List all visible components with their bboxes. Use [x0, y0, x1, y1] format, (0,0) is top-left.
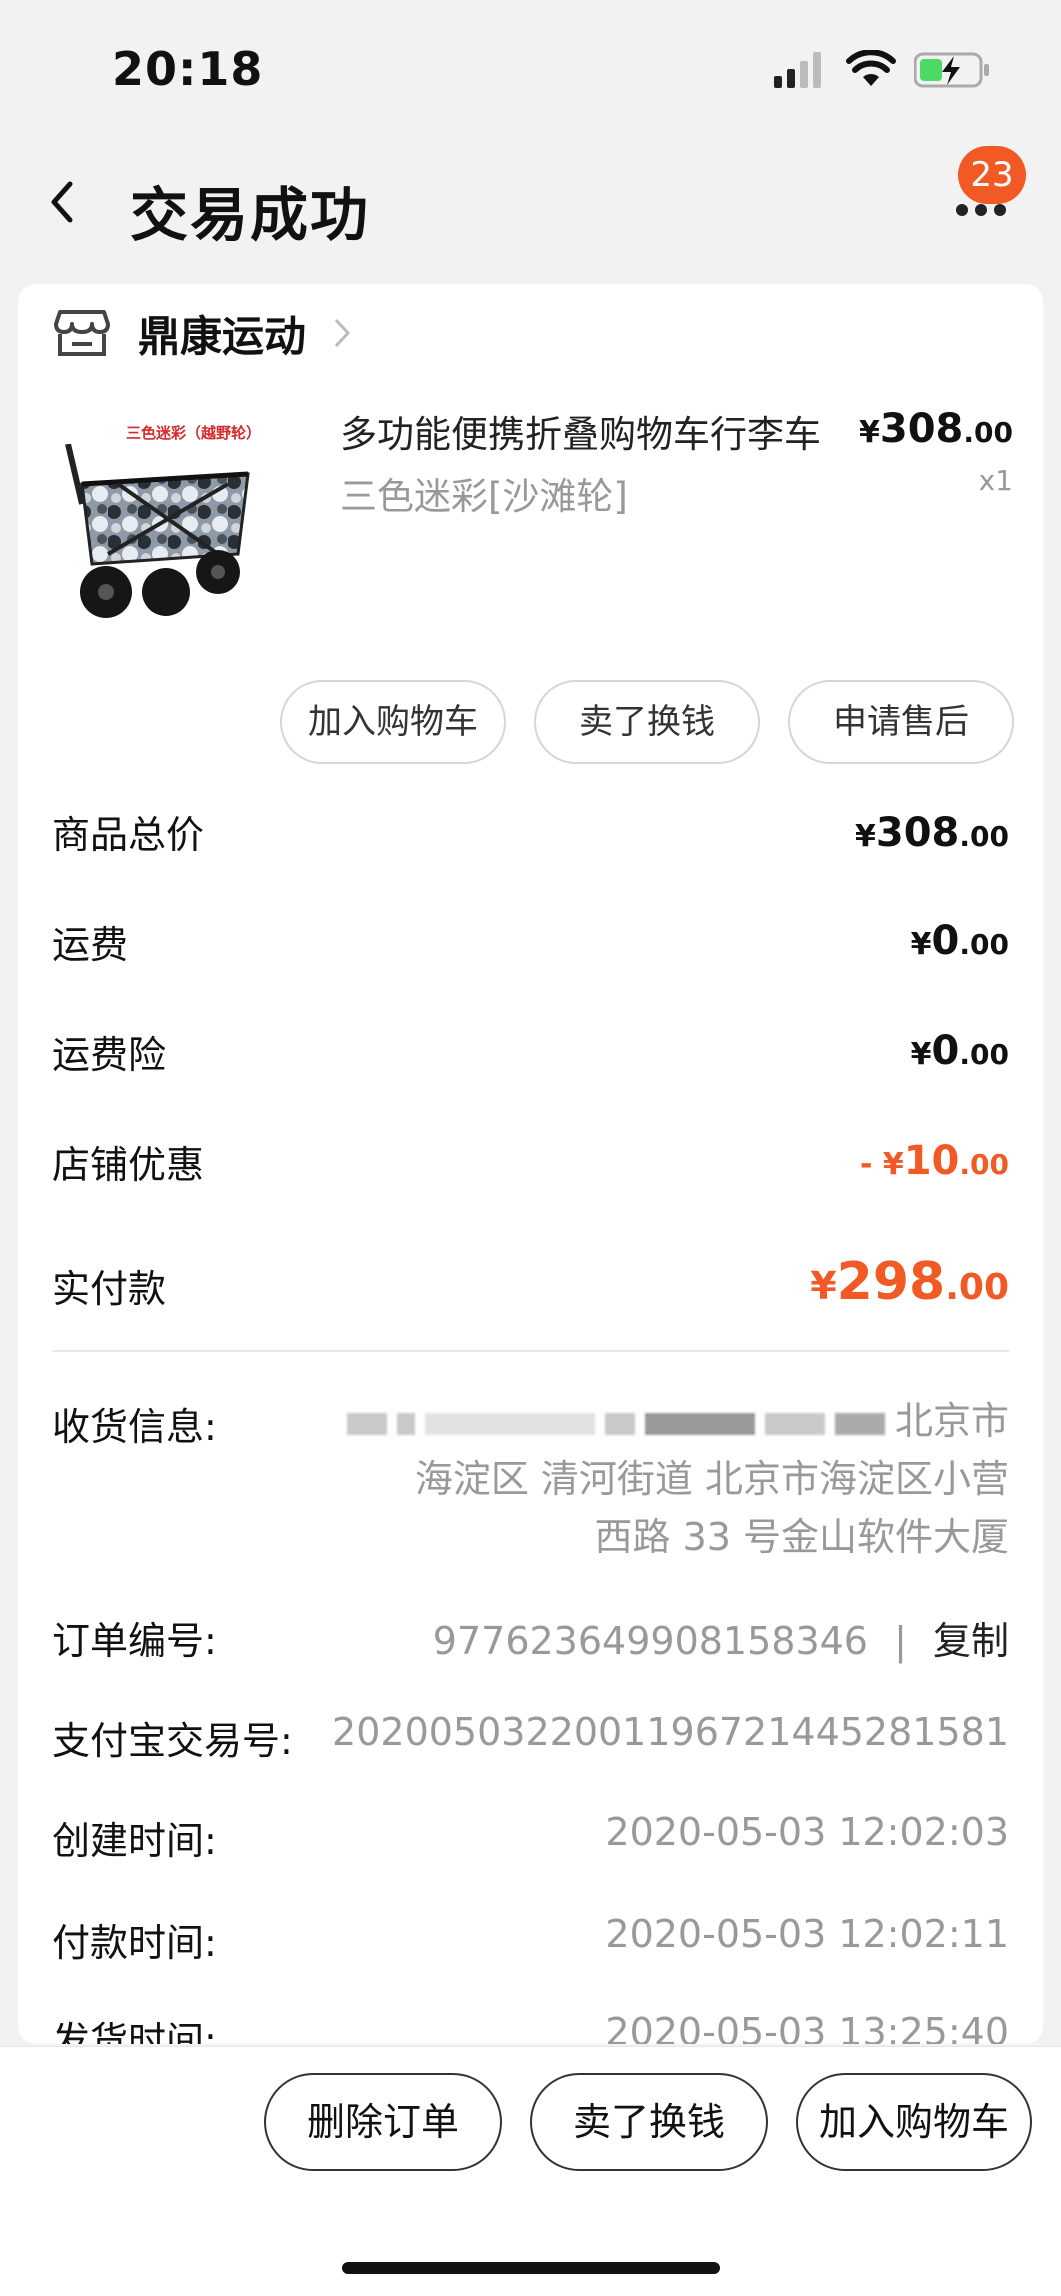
alipay-number: 2020050322001196721445281581: [332, 1710, 1009, 1754]
address-label: 收货信息:: [52, 1405, 217, 1449]
redacted-text: [424, 1412, 595, 1435]
summary-value-paid: ¥298.00: [810, 1252, 1009, 1312]
page-title: 交易成功: [130, 181, 371, 249]
product-price: ¥308.00: [859, 406, 1013, 452]
redacted-text: [764, 1412, 825, 1435]
summary-label-total: 商品总价: [52, 813, 205, 857]
store-icon: [54, 310, 110, 356]
created-time-label: 创建时间:: [52, 1819, 217, 1863]
product-sku: 三色迷彩[沙滩轮]: [340, 475, 628, 518]
product-quantity: x1: [978, 464, 1013, 497]
shop-link[interactable]: 鼎康运动: [54, 298, 352, 368]
order-number: 977623649908158346: [432, 1619, 868, 1663]
alipay-number-label: 支付宝交易号:: [52, 1719, 293, 1763]
after-sales-button[interactable]: 申请售后: [788, 680, 1014, 764]
divider: [52, 1350, 1009, 1352]
summary-label-paid: 实付款: [52, 1267, 167, 1311]
redacted-text: [834, 1412, 885, 1435]
paid-time: 2020-05-03 12:02:11: [605, 1912, 1009, 1956]
paid-time-label: 付款时间:: [52, 1921, 217, 1965]
add-to-cart-footer-button[interactable]: 加入购物车: [796, 2073, 1032, 2171]
resell-button[interactable]: 卖了换钱: [534, 680, 760, 764]
home-indicator: [342, 2262, 720, 2274]
summary-label-shipping: 运费: [52, 923, 129, 967]
more-dot-icon: [956, 204, 968, 216]
cart-image-icon: [65, 444, 250, 618]
delete-order-button[interactable]: 删除订单: [264, 2073, 502, 2171]
copy-button[interactable]: 复制: [933, 1619, 1009, 1663]
add-to-cart-button[interactable]: 加入购物车: [280, 680, 506, 764]
summary-value-total: ¥308.00: [855, 810, 1009, 856]
redacted-text: [604, 1412, 635, 1435]
battery-icon: [914, 52, 989, 88]
message-badge: 23: [958, 146, 1026, 204]
status-bar: 20:18: [0, 0, 1061, 130]
order-card: 鼎康运动 三色迷彩（越野轮） 多功能便携折叠购物车行李车 三色迷彩[沙滩轮] ¥…: [18, 284, 1043, 2044]
product-title[interactable]: 多功能便携折叠购物车行李车: [340, 404, 860, 458]
summary-label-discount: 店铺优惠: [52, 1143, 205, 1187]
chevron-left-icon: [51, 181, 73, 223]
shipped-time-label: 发货时间:: [52, 2019, 217, 2044]
back-button[interactable]: [44, 172, 84, 232]
address-line-3: 西路 33 号金山软件大厦: [594, 1515, 1009, 1559]
more-dot-icon: [994, 204, 1006, 216]
more-dot-icon: [975, 204, 987, 216]
product-image[interactable]: 三色迷彩（越野轮）: [48, 394, 308, 654]
shipped-time: 2020-05-03 13:25:40: [605, 2010, 1009, 2044]
status-time: 20:18: [112, 42, 264, 96]
separator: |: [894, 1619, 907, 1663]
order-number-label: 订单编号:: [52, 1619, 217, 1663]
address-value: 北京市 海淀区 清河街道 北京市海淀区小营 西路 33 号金山软件大厦: [289, 1392, 1009, 1566]
wifi-icon: [846, 50, 896, 86]
summary-value-discount: - ¥10.00: [859, 1138, 1009, 1184]
summary-label-shipping-insurance: 运费险: [52, 1033, 167, 1077]
redacted-text: [396, 1412, 415, 1435]
redacted-text: [346, 1412, 387, 1435]
bottom-action-bar: 删除订单 卖了换钱 加入购物车: [0, 2046, 1061, 2296]
nav-bar: 交易成功 23: [0, 130, 1061, 280]
signal-icon: [774, 52, 821, 88]
summary-value-shipping-insurance: ¥0.00: [910, 1028, 1009, 1074]
created-time: 2020-05-03 12:02:03: [605, 1810, 1009, 1854]
order-number-row: 977623649908158346 | 复制: [433, 1610, 1009, 1665]
product-image-caption: 三色迷彩（越野轮）: [126, 424, 262, 442]
chevron-right-icon: [334, 318, 351, 348]
address-line-1: 北京市: [894, 1399, 1009, 1443]
redacted-text: [644, 1412, 755, 1435]
resell-footer-button[interactable]: 卖了换钱: [530, 2073, 768, 2171]
address-line-2: 海淀区 清河街道 北京市海淀区小营: [414, 1457, 1009, 1501]
summary-value-shipping: ¥0.00: [910, 918, 1009, 964]
shop-name: 鼎康运动: [138, 311, 307, 361]
